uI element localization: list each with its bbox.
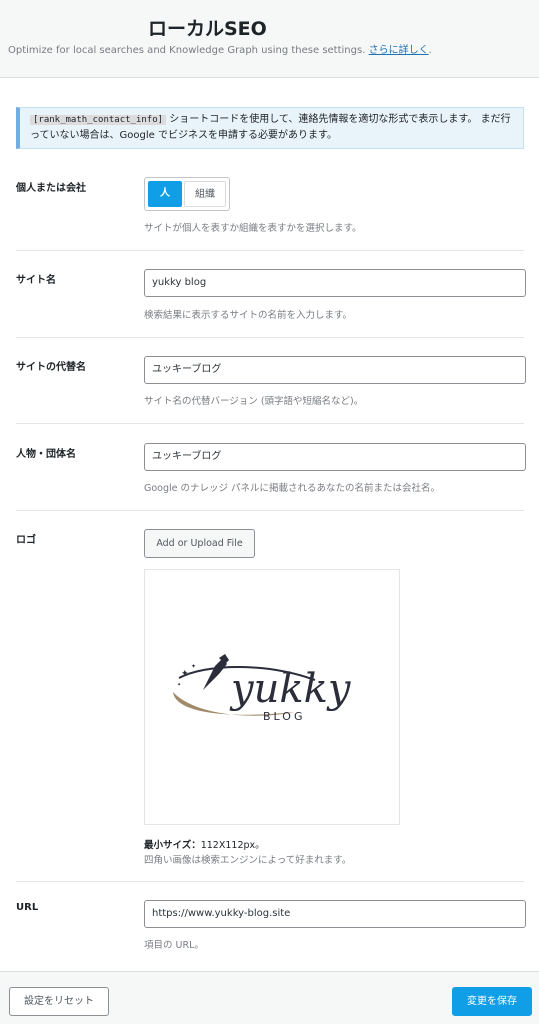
logo-hint: 四角い画像は検索エンジンによって好まれます。 [144, 855, 352, 866]
option-organization[interactable]: 組織 [184, 181, 226, 207]
field-row-logo: ロゴ Add or Upload File ✦ ✦ ✦ yukky BLOG 最… [16, 529, 524, 882]
subtitle-text: Optimize for local searches and Knowledg… [8, 45, 366, 56]
min-size-value: 112X112px。 [200, 840, 265, 851]
page-title: ローカルSEO [148, 18, 267, 40]
url-description: 項目の URL。 [144, 940, 204, 951]
page-subtitle: Optimize for local searches and Knowledg… [8, 41, 432, 56]
person-name-description: Google のナレッジ パネルに掲載されるあなたの名前または会社名。 [144, 483, 441, 494]
svg-text:✦: ✦ [177, 682, 181, 688]
field-row-site-name: サイト名 yukky blog 検索結果に表示するサイトの名前を入力します。 [16, 269, 526, 338]
save-changes-button[interactable]: 変更を保存 [452, 987, 532, 1016]
person-name-label: 人物・団体名 [16, 449, 76, 460]
entity-type-label: 個人または会社 [16, 183, 86, 194]
shortcode-code: [rank_math_contact_info] [30, 115, 167, 125]
field-row-alt-name: サイトの代替名 ユッキーブログ サイト名の代替バージョン (頭字語や短縮名など)… [16, 356, 526, 424]
logo-preview: ✦ ✦ ✦ yukky BLOG [144, 569, 400, 825]
url-input[interactable]: https://www.yukky-blog.site [144, 900, 526, 928]
alt-name-label: サイトの代替名 [16, 362, 86, 373]
site-name-label: サイト名 [16, 275, 56, 286]
page-header: ローカルSEO Optimize for local searches and … [0, 0, 539, 78]
learn-more-link[interactable]: さらに詳しく [369, 45, 429, 56]
entity-type-description: サイトが個人を表すか組織を表すかを選択します。 [144, 223, 362, 234]
url-label: URL [16, 902, 39, 913]
field-row-entity-type: 個人または会社 人 組織 サイトが個人を表すか組織を表すかを選択します。 [16, 177, 524, 251]
min-size-label: 最小サイズ： [144, 840, 201, 851]
field-row-url: URL https://www.yukky-blog.site 項目の URL。 [16, 900, 526, 952]
person-name-input[interactable]: ユッキーブログ [144, 443, 526, 471]
logo-subtext: BLOG [263, 710, 305, 723]
site-name-description: 検索結果に表示するサイトの名前を入力します。 [144, 310, 353, 321]
shortcode-notice: [rank_math_contact_info] ショートコードを使用して、連絡… [16, 107, 524, 149]
logo-wordmark: yukky [229, 666, 352, 712]
logo-min-size: 最小サイズ：112X112px。 [144, 837, 265, 851]
svg-text:✦: ✦ [191, 663, 196, 670]
alt-name-description: サイト名の代替バージョン (頭字語や短縮名など)。 [144, 396, 364, 407]
logo-label: ロゴ [16, 535, 36, 546]
reset-settings-button[interactable]: 設定をリセット [9, 987, 109, 1016]
yukky-blog-logo-image: ✦ ✦ ✦ yukky BLOG [173, 654, 352, 723]
field-row-person-name: 人物・団体名 ユッキーブログ Google のナレッジ パネルに掲載されるあなた… [16, 443, 526, 511]
footer-bar: 設定をリセット 変更を保存 [0, 971, 539, 1024]
add-upload-file-button[interactable]: Add or Upload File [144, 529, 255, 558]
alt-name-input[interactable]: ユッキーブログ [144, 356, 526, 384]
site-name-input[interactable]: yukky blog [144, 269, 526, 297]
entity-type-toggle: 人 組織 [144, 177, 230, 211]
subtitle-period: . [428, 45, 432, 56]
option-person[interactable]: 人 [148, 181, 182, 207]
svg-text:✦: ✦ [181, 669, 189, 679]
